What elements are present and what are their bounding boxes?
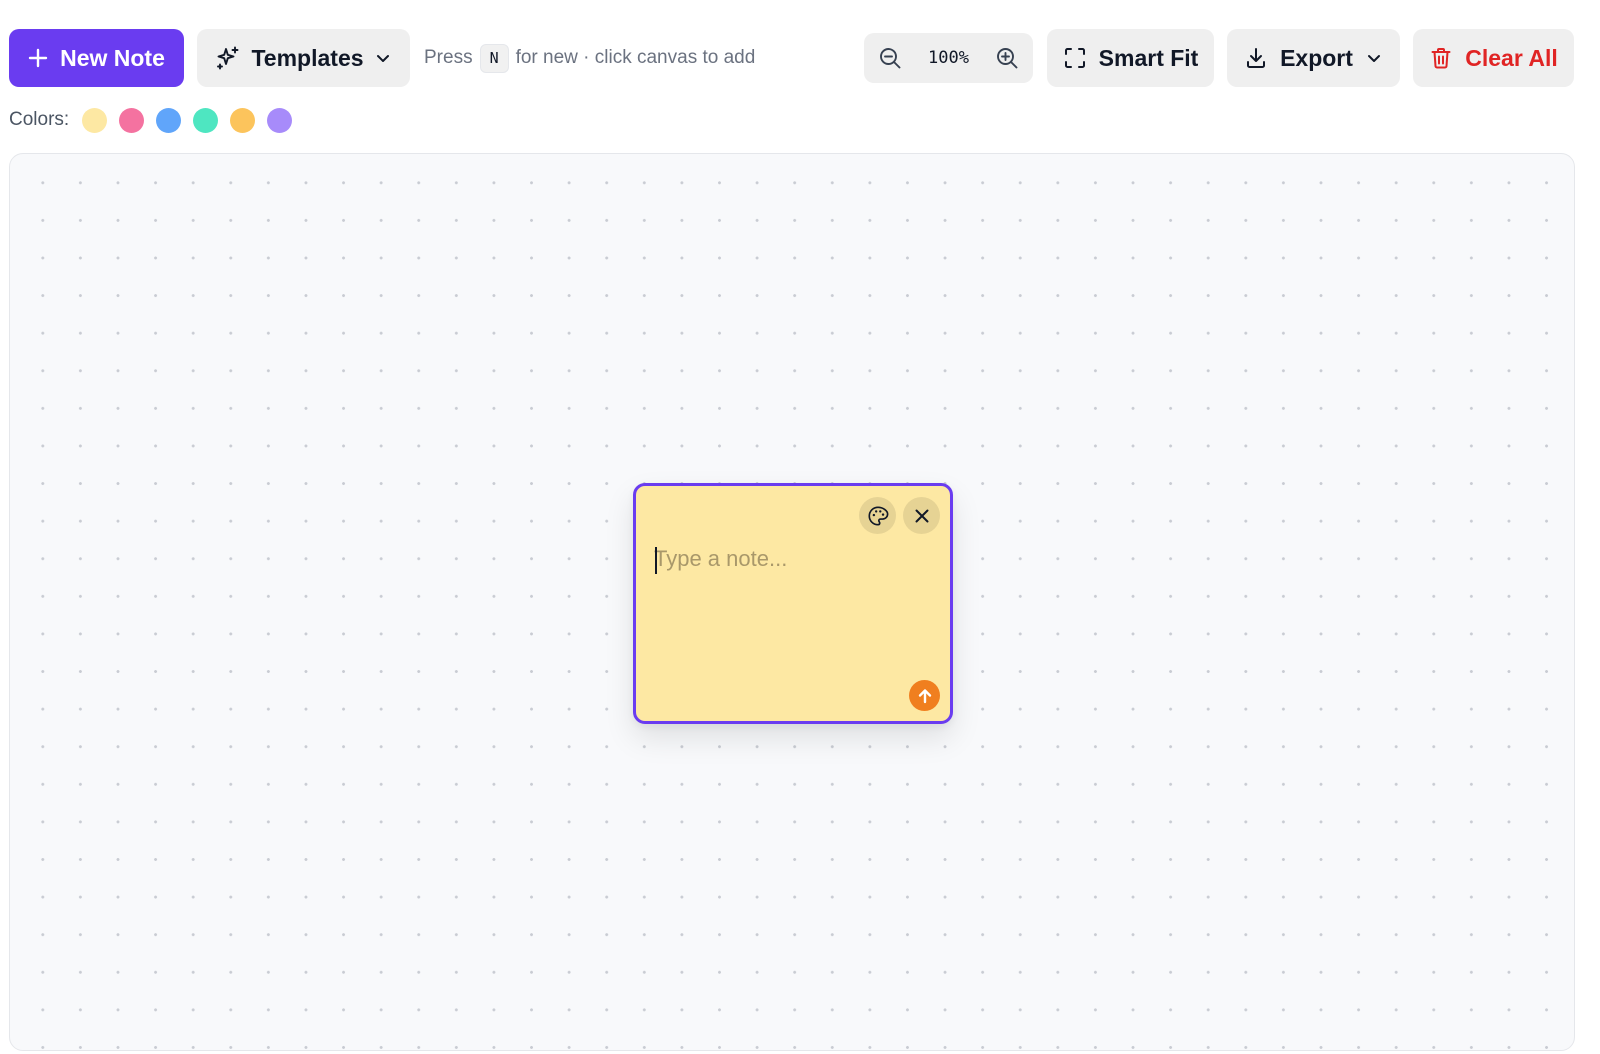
zoom-in-button[interactable] [993, 44, 1021, 72]
color-picker: Colors: [9, 105, 293, 135]
new-note-label: New Note [60, 44, 165, 71]
color-swatch-green[interactable] [193, 107, 219, 133]
hint-text-after: for new · click canvas to add [515, 47, 756, 68]
trash-icon [1431, 48, 1451, 69]
note-close-button[interactable] [903, 497, 940, 534]
chevron-down-icon [1367, 55, 1380, 62]
keyboard-hint: Press N for new · click canvas to add [424, 43, 756, 73]
fit-screen-icon [1064, 48, 1085, 68]
clear-all-label: Clear All [1465, 44, 1558, 71]
color-swatch-orange[interactable] [230, 107, 256, 133]
zoom-level: 100% [928, 48, 969, 68]
plus-icon [28, 48, 48, 68]
toolbar: New Note Templates Press N for new · cli… [9, 29, 1575, 87]
hint-text-before: Press [424, 47, 473, 68]
text-caret [655, 547, 657, 574]
zoom-out-icon [880, 48, 901, 69]
clear-all-button[interactable]: Clear All [1413, 29, 1574, 87]
sparkles-icon [217, 46, 239, 70]
zoom-out-button[interactable] [876, 44, 904, 72]
color-swatch-blue[interactable] [156, 107, 182, 133]
smart-fit-button[interactable]: Smart Fit [1047, 29, 1214, 87]
note-text-input[interactable] [654, 546, 934, 666]
templates-label: Templates [251, 44, 364, 71]
color-swatch-purple[interactable] [267, 107, 293, 133]
chevron-down-icon [376, 55, 389, 62]
new-note-button[interactable]: New Note [9, 29, 184, 87]
shortcut-key: N [479, 43, 509, 73]
templates-dropdown-button[interactable]: Templates [197, 29, 410, 87]
download-icon [1247, 48, 1266, 68]
close-icon [915, 509, 928, 522]
color-swatch-yellow[interactable] [82, 107, 108, 133]
colors-label: Colors: [9, 109, 70, 130]
color-swatch-pink[interactable] [119, 107, 145, 133]
export-label: Export [1280, 44, 1353, 71]
zoom-in-icon [997, 48, 1018, 69]
note-send-button[interactable] [909, 680, 940, 711]
note-color-button[interactable] [859, 497, 896, 534]
arrow-up-icon [918, 688, 931, 703]
sticky-note[interactable] [633, 483, 953, 724]
palette-icon [867, 505, 888, 526]
smart-fit-label: Smart Fit [1098, 44, 1199, 71]
notes-canvas[interactable] [9, 153, 1575, 1051]
zoom-controls: 100% [864, 33, 1033, 83]
export-dropdown-button[interactable]: Export [1227, 29, 1400, 87]
note-toolbar [859, 497, 940, 534]
